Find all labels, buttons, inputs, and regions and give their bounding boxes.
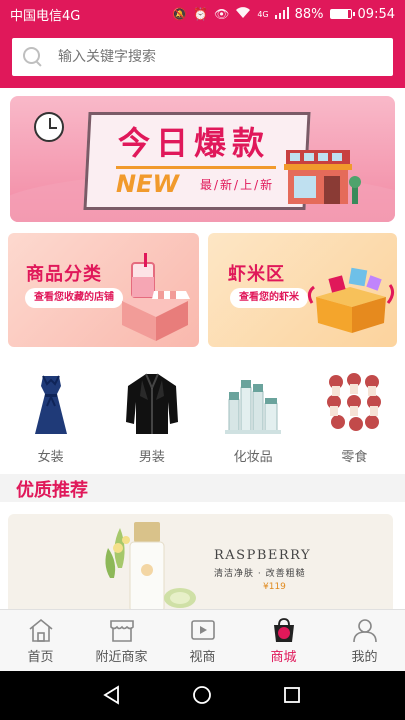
battery-percent: 88% bbox=[294, 6, 324, 22]
store-icon bbox=[109, 620, 134, 642]
tab-nearby-merchants[interactable]: 附近商家 bbox=[81, 610, 162, 671]
category-label: 化妆品 bbox=[233, 450, 273, 465]
promo-subtitle: 清洁净肤 · 改善粗糙 bbox=[214, 569, 306, 579]
view-shrimp-button[interactable]: 查看您的虾米 bbox=[230, 288, 308, 308]
category-card-title: 商品分类 bbox=[26, 264, 102, 285]
dress-icon bbox=[34, 375, 67, 434]
category-label: 男装 bbox=[138, 450, 165, 465]
tab-label: 视商 bbox=[189, 650, 216, 665]
tab-mine[interactable]: 我的 bbox=[324, 610, 405, 671]
tab-video-shop[interactable]: 视商 bbox=[162, 610, 243, 671]
mute-icon: 🔕 bbox=[172, 7, 188, 21]
category-men[interactable]: 男装 bbox=[101, 368, 202, 468]
category-women[interactable]: 女装 bbox=[0, 368, 101, 468]
wifi-icon bbox=[235, 6, 251, 22]
bottom-tab-bar: 首页 附近商家 视商 商城 我的 bbox=[0, 609, 405, 671]
system-nav-bar bbox=[0, 671, 405, 720]
cosmetics-icon bbox=[225, 380, 282, 434]
category-label: 女装 bbox=[37, 450, 64, 465]
recommended-product-card[interactable]: RASPBERRY 清洁净肤 · 改善粗糙 ¥119 bbox=[8, 514, 393, 614]
category-snacks[interactable]: 零食 bbox=[304, 368, 405, 468]
banner-divider bbox=[116, 166, 276, 169]
section-header: 优质推荐 bbox=[0, 474, 405, 502]
search-input[interactable] bbox=[58, 49, 358, 65]
view-favorite-shops-button[interactable]: 查看您收藏的店铺 bbox=[25, 288, 123, 308]
banner-subtitle: 最/新/上/新 bbox=[200, 178, 275, 192]
tab-label: 首页 bbox=[27, 650, 54, 665]
shopping-bag-icon bbox=[273, 618, 294, 642]
back-icon[interactable] bbox=[100, 683, 124, 707]
carrier-label: 中国电信4G bbox=[10, 8, 81, 24]
tab-label: 我的 bbox=[351, 650, 378, 665]
search-icon bbox=[22, 46, 44, 68]
tab-label: 商城 bbox=[270, 650, 297, 665]
video-icon bbox=[190, 620, 215, 640]
battery-icon bbox=[329, 9, 355, 19]
banner-new-badge: NEW bbox=[116, 170, 179, 198]
category-cosmetics[interactable]: 化妆品 bbox=[203, 368, 304, 468]
signal-icon bbox=[274, 6, 289, 22]
status-icons: 🔕 ⏰ 👁 4G 88% 09:54 bbox=[172, 6, 395, 22]
home-nav-icon[interactable] bbox=[190, 683, 214, 707]
promo-price: ¥119 bbox=[263, 582, 286, 592]
snacks-icon bbox=[327, 373, 382, 431]
serum-bottle-image bbox=[105, 522, 196, 613]
tab-label: 附近商家 bbox=[95, 650, 148, 665]
category-label: 零食 bbox=[341, 450, 368, 465]
status-bar: 中国电信4G 🔕 ⏰ 👁 4G 88% 09:54 bbox=[0, 0, 405, 28]
eye-icon: 👁 bbox=[214, 7, 230, 21]
gift-box-icon bbox=[307, 267, 395, 333]
promo-banner[interactable]: 今日爆款 NEW 最/新/上/新 bbox=[10, 96, 395, 222]
alarm-icon: ⏰ bbox=[193, 7, 209, 21]
search-box[interactable] bbox=[12, 38, 393, 76]
tab-home[interactable]: 首页 bbox=[0, 610, 81, 671]
banner-title: 今日爆款 bbox=[118, 124, 271, 162]
clock-icon bbox=[34, 112, 64, 142]
clock-time: 09:54 bbox=[357, 6, 395, 22]
search-bar bbox=[0, 28, 405, 88]
shrimp-zone-title: 虾米区 bbox=[228, 264, 285, 285]
category-card[interactable]: 商品分类 查看您收藏的店铺 bbox=[8, 233, 199, 347]
section-title: 优质推荐 bbox=[16, 480, 88, 501]
shrimp-zone-card[interactable]: 虾米区 查看您的虾米 bbox=[208, 233, 397, 347]
recents-icon[interactable] bbox=[280, 683, 304, 707]
user-icon bbox=[352, 619, 377, 643]
shop-kiosk-icon bbox=[122, 253, 190, 341]
tab-mall[interactable]: 商城 bbox=[243, 610, 324, 671]
storefront-icon bbox=[284, 150, 361, 204]
leather-jacket-icon bbox=[125, 373, 178, 434]
home-icon bbox=[28, 618, 53, 642]
promo-brand: RASPBERRY bbox=[214, 548, 312, 563]
category-row: 女装 男装 化妆品 零食 bbox=[0, 368, 405, 468]
network-tag: 4G bbox=[257, 9, 269, 19]
